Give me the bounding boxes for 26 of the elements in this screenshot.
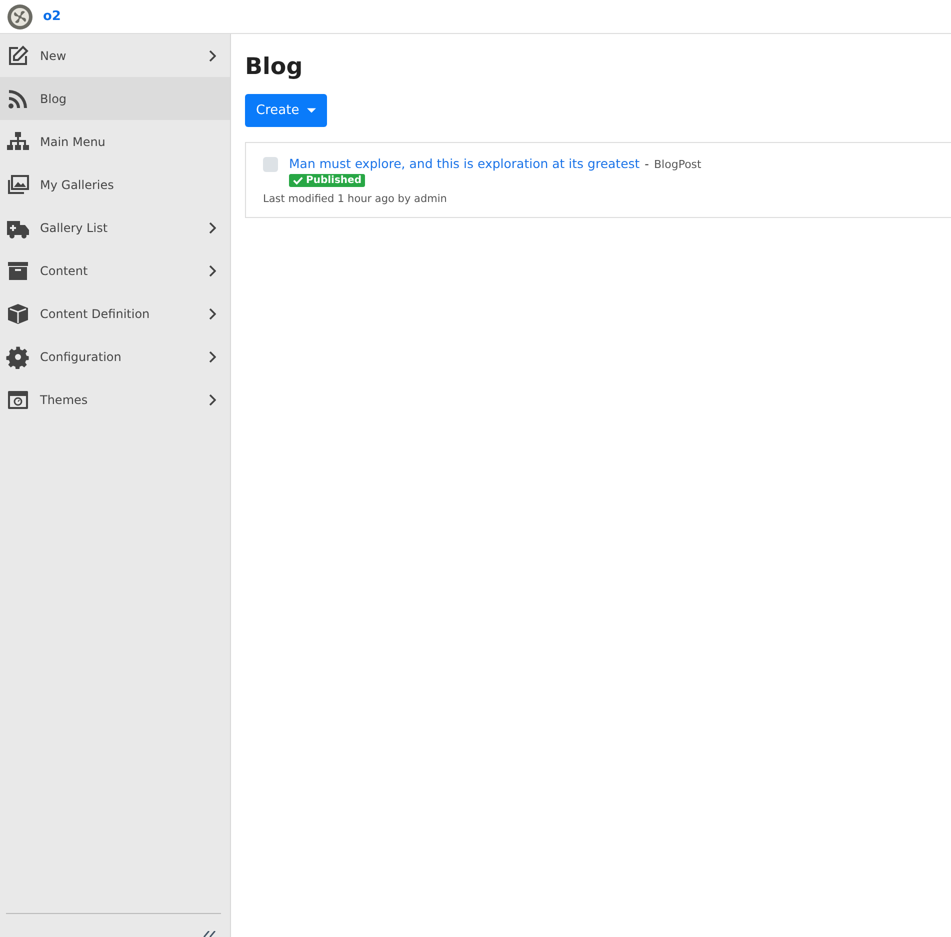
check-icon xyxy=(293,176,303,185)
page-title: Blog xyxy=(245,54,304,80)
logo-icon xyxy=(7,4,33,30)
checkbox[interactable] xyxy=(263,157,278,172)
images-icon xyxy=(6,172,30,196)
sidebar-item[interactable]: Configuration xyxy=(0,335,230,378)
edit-icon xyxy=(6,44,30,68)
sidebar-item[interactable]: Blog xyxy=(0,77,230,120)
sidebar-item[interactable]: Content Definition xyxy=(0,292,230,335)
content-type: BlogPost xyxy=(654,158,702,171)
collapse-icon[interactable] xyxy=(203,931,217,937)
modified-info: Last modified 1 hour ago by admin xyxy=(263,193,447,205)
sidebar-item[interactable]: Content xyxy=(0,249,230,292)
cube-icon xyxy=(6,302,30,326)
sidebar-item[interactable]: Themes xyxy=(0,378,230,421)
sidebar-item[interactable]: My Galleries xyxy=(0,163,230,206)
sidebar-item[interactable]: New xyxy=(0,34,230,77)
status-text: Published xyxy=(306,175,362,186)
separator: - xyxy=(644,157,650,171)
create-button[interactable]: Create xyxy=(245,94,328,127)
sidebar-item[interactable]: Gallery List xyxy=(0,206,230,249)
gear-icon xyxy=(6,344,30,368)
sidebar-item[interactable]: Main Menu xyxy=(0,120,230,163)
brand-link[interactable]: o2 xyxy=(43,9,61,24)
item-title-link[interactable]: Man must explore, and this is exploration at its greatest xyxy=(289,156,640,171)
caret-icon xyxy=(307,108,316,113)
